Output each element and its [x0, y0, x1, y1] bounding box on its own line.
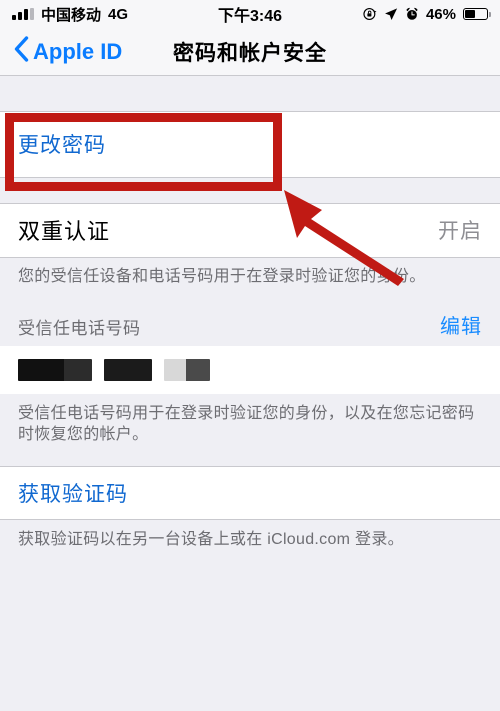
status-bar: 中国移动 4G 下午3:46 46% [0, 0, 500, 28]
spacer-top [0, 76, 500, 111]
back-button[interactable]: Apple ID [0, 36, 122, 67]
two-factor-status-value: 开启 [438, 220, 482, 243]
chevron-left-icon [14, 36, 29, 67]
verification-code-footer: 获取验证码以在另一台设备上或在 iCloud.com 登录。 [0, 519, 500, 563]
status-bar-right: 46% [363, 5, 491, 23]
back-button-label: Apple ID [33, 38, 123, 64]
trusted-numbers-header-label: 受信任电话号码 [18, 318, 141, 338]
trusted-numbers-header: 受信任电话号码 编辑 [0, 299, 500, 346]
trusted-number-row[interactable] [0, 345, 500, 394]
rotation-lock-icon [363, 7, 377, 21]
trusted-numbers-footer: 受信任电话号码用于在登录时验证您的身份，以及在您忘记密码时恢复您的帐户。 [0, 393, 500, 458]
spacer-before-verification [0, 457, 500, 466]
redaction-bar [104, 358, 152, 381]
navigation-bar: Apple ID 密码和帐户安全 [0, 28, 500, 76]
battery-percent-label: 46% [425, 5, 456, 23]
edit-trusted-numbers-button[interactable]: 编辑 [440, 310, 482, 339]
clock-label: 下午3:46 [217, 8, 283, 25]
spacer-after-change-password [0, 177, 500, 203]
get-verification-code-row[interactable]: 获取验证码 [0, 465, 500, 520]
get-verification-code-label: 获取验证码 [18, 482, 128, 506]
signal-bars-icon [12, 8, 34, 20]
redaction-bar [164, 358, 210, 381]
location-arrow-icon [384, 7, 398, 21]
two-factor-row[interactable]: 双重认证 开启 [0, 203, 500, 257]
change-password-row[interactable]: 更改密码 [0, 111, 500, 177]
battery-icon [463, 8, 491, 20]
iphone-screen: 中国移动 4G 下午3:46 46% Apple ID 密码和帐户安全 更改密码… [0, 0, 500, 711]
two-factor-footer: 您的受信任设备和电话号码用于在登录时验证您的身份。 [0, 257, 500, 300]
two-factor-label: 双重认证 [18, 219, 111, 244]
carrier-label: 中国移动 [41, 6, 102, 24]
redaction-bar [18, 358, 92, 381]
change-password-label: 更改密码 [18, 134, 106, 157]
network-type-label: 4G [108, 5, 129, 23]
alarm-clock-icon [405, 7, 419, 21]
status-bar-left: 中国移动 4G [12, 4, 128, 25]
